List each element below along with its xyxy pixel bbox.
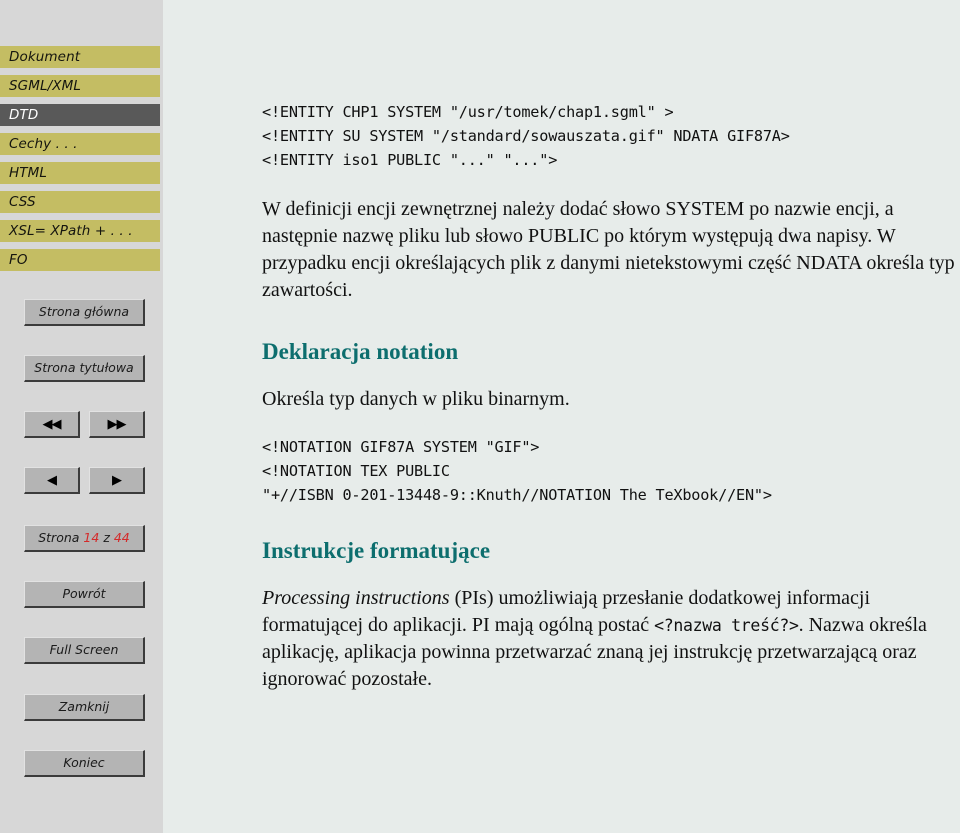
entity-code-block: <!ENTITY CHP1 SYSTEM "/usr/tomek/chap1.s… [262,103,790,169]
notation-description-paragraph: Określa typ danych w pliku binarnym. [262,388,570,410]
first-page-button[interactable]: ◀◀ [24,411,80,438]
page-indicator-button[interactable]: Strona 14 z 44 [24,525,145,552]
fullscreen-label: Full Screen [49,642,119,657]
sidebar-tab-xsl-xpath[interactable]: XSL= XPath + . . . [0,220,160,242]
sidebar-tab-label: Dokument [9,49,81,65]
back-button[interactable]: Powrót [24,581,145,608]
double-right-arrow-icon: ▶▶ [107,417,127,432]
page-indicator-total: 44 [113,530,130,545]
next-page-button[interactable]: ▶ [89,467,145,494]
processing-instructions-heading: Instrukcje formatujące [262,538,491,563]
sidebar-tab-dokument[interactable]: Dokument [0,46,160,68]
sidebar-tab-dtd[interactable]: DTD [0,104,160,126]
home-page-label: Strona główna [38,304,130,319]
sidebar-tab-sgml-xml[interactable]: SGML/XML [0,75,160,97]
page-indicator-middle: z [103,530,110,545]
end-button[interactable]: Koniec [24,750,145,777]
close-label: Zamknij [58,699,110,714]
sidebar-tab-label: DTD [9,107,39,123]
sidebar-tab-label: CSS [9,194,36,210]
back-label: Powrót [62,586,106,601]
title-page-label: Strona tytułowa [34,360,134,375]
presentation-slide: Dokument SGML/XML DTD Cechy . . . HTML C… [0,0,960,833]
entity-description-paragraph: W definicji encji zewnętrznej należy dod… [262,198,955,301]
fullscreen-button[interactable]: Full Screen [24,637,145,664]
sidebar-nav-tabs: Dokument SGML/XML DTD Cechy . . . HTML C… [0,46,163,278]
sidebar: Dokument SGML/XML DTD Cechy . . . HTML C… [0,0,163,833]
sidebar-tab-cechy[interactable]: Cechy . . . [0,133,160,155]
end-label: Koniec [63,755,105,770]
page-indicator-current: 14 [83,530,100,545]
processing-instructions-paragraph: Processing instructions (PIs) umożliwiaj… [262,585,960,693]
pi-inline-code: <?nazwa treść?> [654,616,799,635]
sidebar-tab-fo[interactable]: FO [0,249,160,271]
left-arrow-icon: ◀ [47,473,57,488]
close-button[interactable]: Zamknij [24,694,145,721]
sidebar-tab-label: FO [9,252,28,268]
pi-term-italic: Processing instructions [262,587,450,609]
previous-page-button[interactable]: ◀ [24,467,80,494]
notation-section-heading: Deklaracja notation [262,339,459,364]
sidebar-tab-label: SGML/XML [9,78,81,94]
sidebar-tab-label: Cechy . . . [9,136,78,152]
title-page-button[interactable]: Strona tytułowa [24,355,145,382]
right-arrow-icon: ▶ [112,473,122,488]
sidebar-tab-label: HTML [9,165,47,181]
last-page-button[interactable]: ▶▶ [89,411,145,438]
notation-code-block: <!NOTATION GIF87A SYSTEM "GIF"> <!NOTATI… [262,438,772,504]
double-left-arrow-icon: ◀◀ [42,417,62,432]
sidebar-tab-label: XSL= XPath + . . . [9,223,133,239]
page-indicator-prefix: Strona [38,530,80,545]
sidebar-tab-css[interactable]: CSS [0,191,160,213]
sidebar-tab-html[interactable]: HTML [0,162,160,184]
home-page-button[interactable]: Strona główna [24,299,145,326]
slide-content: <!ENTITY CHP1 SYSTEM "/usr/tomek/chap1.s… [163,0,960,833]
